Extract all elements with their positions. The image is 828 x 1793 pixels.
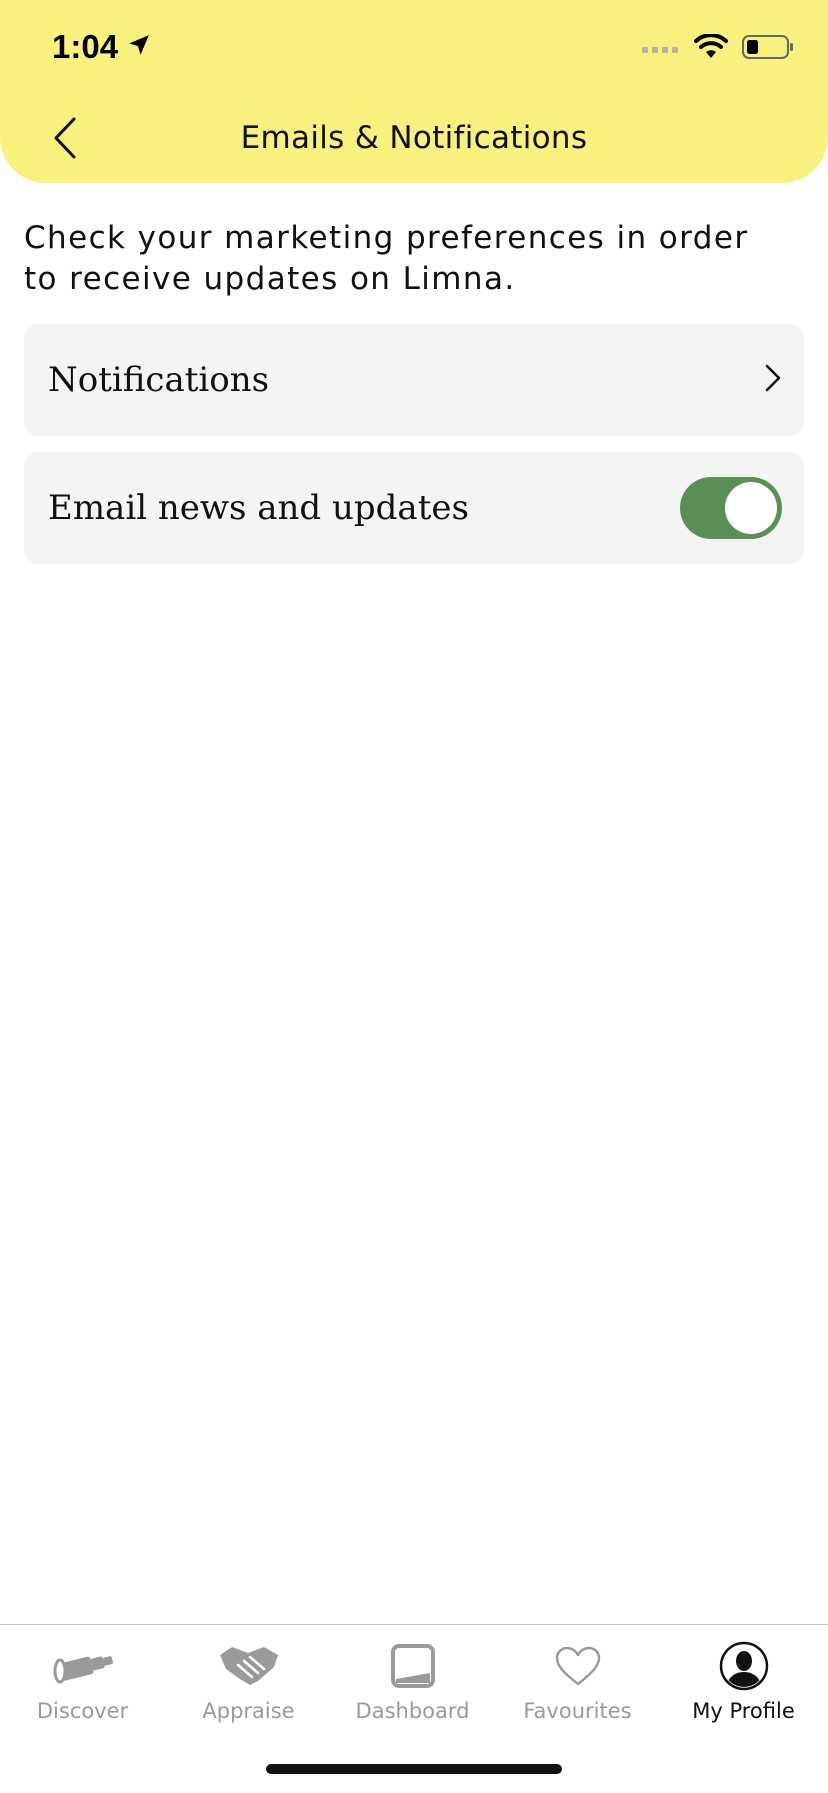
email-updates-row: Email news and updates <box>24 452 804 564</box>
tab-label-favourites: Favourites <box>523 1699 632 1723</box>
status-time-text: 1:04 <box>52 28 119 65</box>
location-arrow-icon <box>126 28 152 66</box>
chevron-right-icon <box>764 363 782 397</box>
tab-discover[interactable]: Discover <box>0 1625 165 1745</box>
tab-my-profile[interactable]: My Profile <box>661 1625 826 1745</box>
home-indicator <box>266 1764 562 1774</box>
email-updates-label: Email news and updates <box>48 488 469 528</box>
tab-label-appraise: Appraise <box>202 1699 295 1723</box>
status-indicators <box>642 33 794 64</box>
laptop-icon <box>390 1641 436 1691</box>
email-updates-toggle[interactable] <box>680 477 782 539</box>
handshake-icon <box>218 1641 280 1691</box>
telescope-icon <box>50 1641 116 1691</box>
tab-label-discover: Discover <box>36 1699 129 1723</box>
status-time: 1:04 <box>52 28 152 66</box>
cellular-signal-icon <box>642 40 680 59</box>
header: 1:04 Emails & Notifications <box>0 0 828 183</box>
tab-label-my-profile: My Profile <box>692 1699 795 1723</box>
tab-appraise[interactable]: Appraise <box>166 1625 331 1745</box>
notifications-label: Notifications <box>48 360 270 400</box>
intro-text: Check your marketing preferences in orde… <box>24 220 749 297</box>
toggle-knob <box>725 482 777 534</box>
heart-icon <box>554 1641 602 1691</box>
wifi-icon <box>694 33 728 64</box>
notifications-row[interactable]: Notifications <box>24 324 804 436</box>
profile-icon <box>719 1641 769 1691</box>
tab-label-dashboard: Dashboard <box>355 1699 470 1723</box>
battery-icon <box>742 34 794 64</box>
tab-dashboard[interactable]: Dashboard <box>330 1625 495 1745</box>
page-title: Emails & Notifications <box>240 120 588 156</box>
tab-favourites[interactable]: Favourites <box>495 1625 660 1745</box>
